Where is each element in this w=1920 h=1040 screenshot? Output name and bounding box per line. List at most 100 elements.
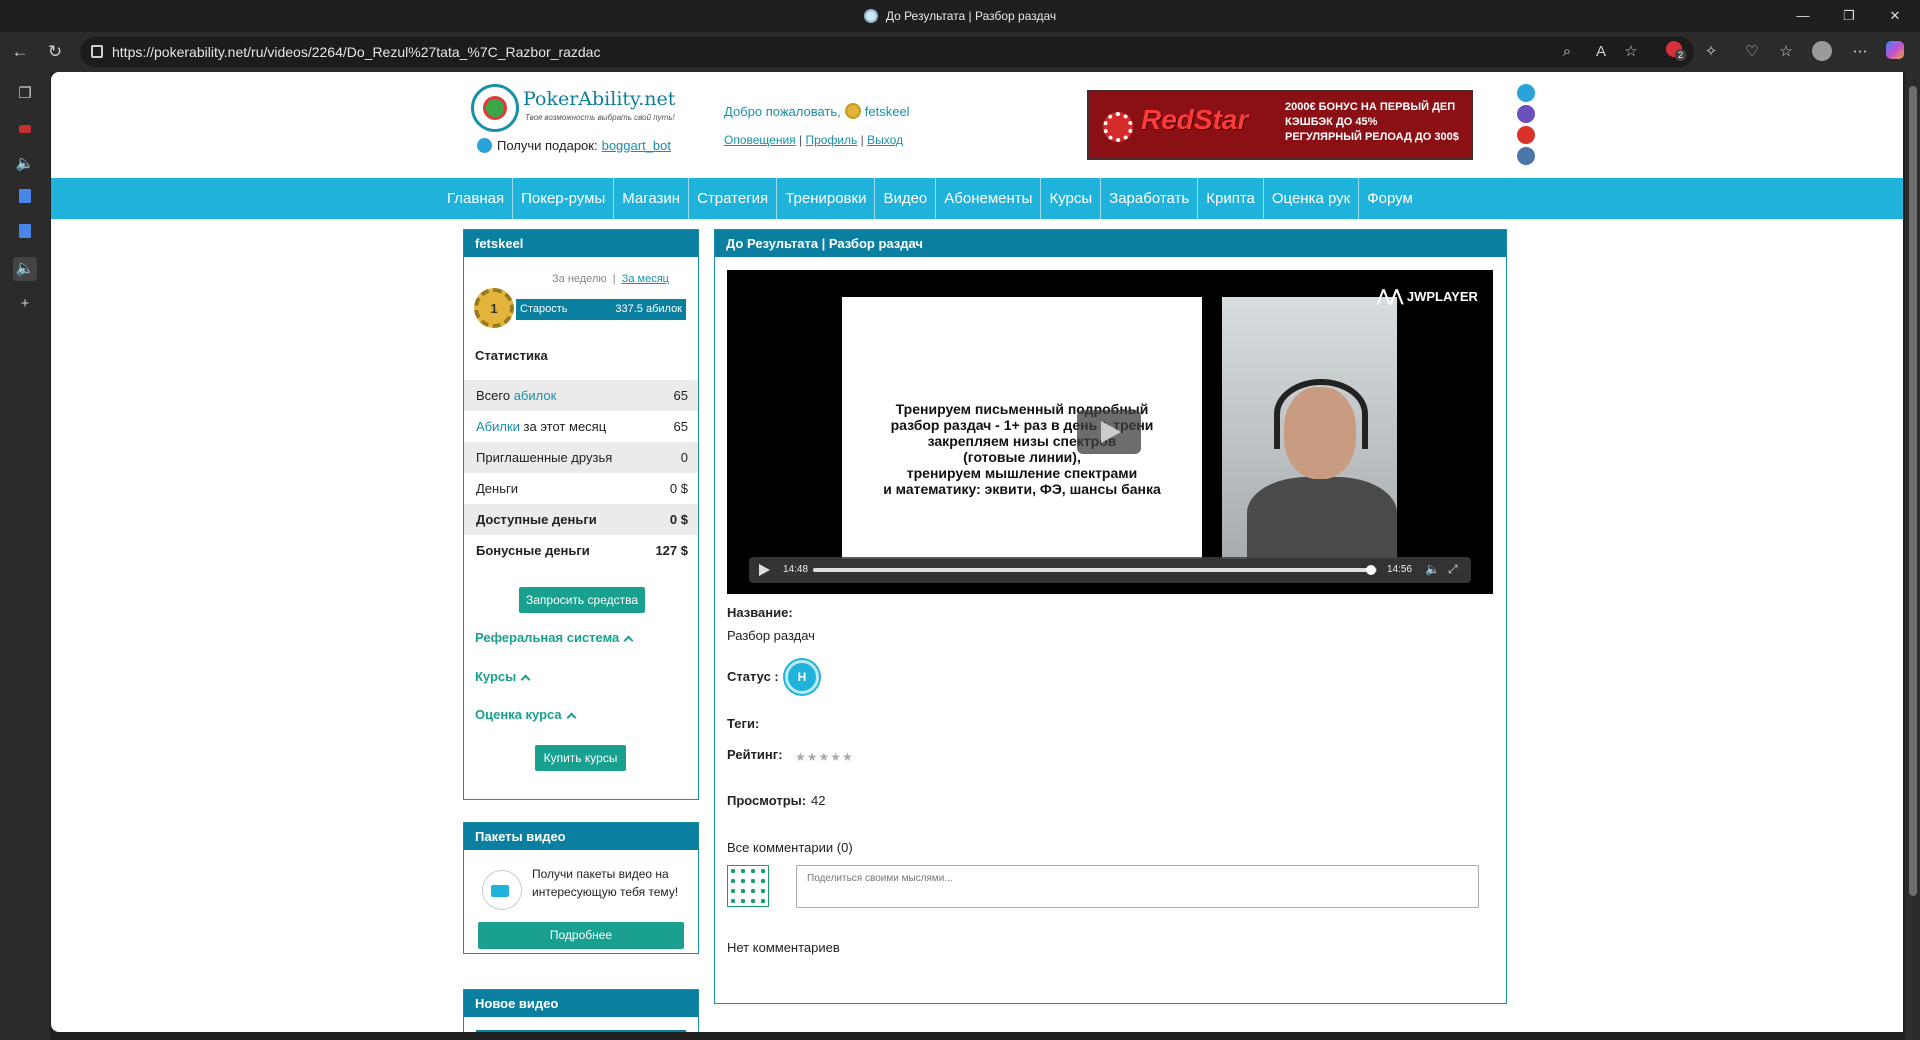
menu-item-subscriptions[interactable]: Абонементы <box>936 178 1042 219</box>
menu-item-hand-review[interactable]: Оценка рук <box>1264 178 1360 219</box>
new-video-item[interactable] <box>476 1030 686 1032</box>
site-info-icon[interactable] <box>91 45 103 58</box>
reload-icon[interactable]: ↻ <box>43 40 67 64</box>
close-window-button[interactable]: ✕ <box>1872 0 1918 32</box>
vk-social-icon[interactable] <box>1517 147 1535 165</box>
menu-item-forum[interactable]: Форум <box>1359 178 1421 219</box>
telegram-social-icon[interactable] <box>1517 84 1535 102</box>
more-menu-icon[interactable]: ⋯ <box>1849 41 1871 63</box>
stat-value: 0 $ <box>669 481 688 496</box>
headphones-icon <box>1274 379 1368 449</box>
period-week[interactable]: За неделю <box>552 273 607 285</box>
profile-link[interactable]: Профиль <box>805 133 857 147</box>
rating-stars-icon[interactable]: ★★★★★ <box>795 750 854 764</box>
stat-link[interactable]: абилок <box>514 388 557 403</box>
play-icon[interactable] <box>759 564 770 576</box>
banner-line: 2000€ БОНУС НА ПЕРВЫЙ ДЕП <box>1285 101 1456 113</box>
webcam-feed <box>1222 297 1397 559</box>
profile-avatar[interactable] <box>1811 41 1833 63</box>
period-month[interactable]: За месяц <box>622 273 669 285</box>
elapsed-time: 14:48 <box>783 564 809 575</box>
youtube-tab-icon[interactable] <box>13 117 37 141</box>
views-value: 42 <box>811 793 826 808</box>
video-detail-panel: До Результата | Разбор раздач Тренируем … <box>714 229 1507 1004</box>
minimize-button[interactable]: — <box>1780 0 1826 32</box>
courses-accordion[interactable]: Курсы <box>475 669 531 685</box>
extensions-puzzle-icon[interactable]: ✧ <box>1700 41 1722 63</box>
stat-row: Абилки за этот месяц 65 <box>464 411 698 442</box>
tab-actions-icon[interactable]: ❐ <box>13 82 37 106</box>
seek-handle[interactable] <box>1366 565 1377 575</box>
volume-icon[interactable]: 🔈 <box>1425 562 1440 576</box>
notifications-link[interactable]: Оповещения <box>724 133 796 147</box>
stat-label: Всего <box>476 388 514 403</box>
collections-icon[interactable]: ☆ <box>1775 41 1797 63</box>
menu-item-earn[interactable]: Заработать <box>1101 178 1199 219</box>
rank-number: 1 <box>490 301 498 316</box>
no-comments-text: Нет комментариев <box>727 940 840 955</box>
redstar-banner[interactable]: RedStar 2000€ БОНУС НА ПЕРВЫЙ ДЕП КЭШБЭК… <box>1087 90 1473 160</box>
stat-value: 65 <box>673 419 688 434</box>
stats-title: Статистика <box>475 348 548 363</box>
menu-item-crypto[interactable]: Крипта <box>1198 178 1264 219</box>
period-switch: За неделю | За месяц <box>552 273 669 285</box>
menu-item-strategy[interactable]: Стратегия <box>689 178 778 219</box>
more-details-button[interactable]: Подробнее <box>478 922 684 949</box>
video-player[interactable]: Тренируем письменный подробный разбор ра… <box>727 270 1493 594</box>
zoom-icon[interactable]: ⌕ <box>1556 40 1578 64</box>
comments-count: Все комментарии (0) <box>727 840 853 855</box>
user-rank-coin-icon <box>844 103 861 119</box>
menu-item-home[interactable]: Главная <box>439 178 514 219</box>
player-name: JWPLAYER <box>1406 289 1478 304</box>
slide-line: и математику: эквити, ФЭ, шансы банка <box>883 481 1161 497</box>
menu-item-courses[interactable]: Курсы <box>1041 178 1102 219</box>
referral-accordion-label: Реферальная система <box>475 630 620 645</box>
banner-brand: RedStar <box>1141 104 1249 135</box>
twitch-social-icon[interactable] <box>1517 105 1535 123</box>
stat-link[interactable]: Абилки <box>476 419 520 434</box>
seek-bar[interactable] <box>813 565 1377 575</box>
play-overlay-icon[interactable] <box>1077 410 1141 454</box>
menu-item-trainings[interactable]: Тренировки <box>777 178 876 219</box>
address-toolbar: ← ↻ https://pokerability.net/ru/videos/2… <box>0 32 1920 72</box>
new-video-title: Новое видео <box>464 990 698 1017</box>
url-bar[interactable]: https://pokerability.net/ru/videos/2264/… <box>80 37 1694 67</box>
docs-tab-icon[interactable] <box>13 187 37 211</box>
menu-item-poker-rooms[interactable]: Покер-румы <box>513 178 615 219</box>
request-funds-button[interactable]: Запросить средства <box>519 587 645 613</box>
comment-input[interactable] <box>796 865 1479 908</box>
gift-bot-link[interactable]: boggart_bot <box>602 138 671 153</box>
slide-line: тренируем мышление спектрами <box>906 465 1138 481</box>
fullscreen-icon[interactable]: ⤢ <box>1448 562 1458 577</box>
course-rating-accordion-label: Оценка курса <box>475 707 562 722</box>
logout-link[interactable]: Выход <box>867 133 903 147</box>
youtube-social-icon[interactable] <box>1517 126 1535 144</box>
audio-tab-icon[interactable]: 🔈 <box>13 152 37 176</box>
menu-item-video[interactable]: Видео <box>875 178 937 219</box>
course-rating-accordion[interactable]: Оценка курса <box>475 707 577 723</box>
rank-badge-icon: 1 <box>474 288 514 328</box>
new-tab-icon[interactable]: + <box>13 292 37 316</box>
buy-courses-button[interactable]: Купить курсы <box>535 745 626 771</box>
copilot-icon[interactable] <box>1884 41 1906 63</box>
page-scrollbar[interactable] <box>1905 72 1920 1040</box>
stat-label: Приглашенные друзья <box>476 450 613 465</box>
logo-icon <box>471 84 519 132</box>
player-controls: 14:48 14:56 🔈 ⤢ <box>749 557 1471 583</box>
site-favicon-icon <box>863 9 878 23</box>
adblock-extension-icon[interactable]: 2 <box>1663 41 1687 63</box>
scrollbar-thumb[interactable] <box>1909 86 1917 896</box>
courses-accordion-label: Курсы <box>475 669 517 684</box>
menu-item-shop[interactable]: Магазин <box>614 178 690 219</box>
stat-value: 127 $ <box>655 543 688 558</box>
referral-accordion[interactable]: Реферальная система <box>475 630 634 646</box>
read-aloud-icon[interactable]: A <box>1590 40 1612 64</box>
video-packs-text: Получи пакеты видео на интересующую тебя… <box>532 867 679 899</box>
active-audio-tab-icon[interactable]: 🔈 <box>13 257 37 281</box>
maximize-button[interactable]: ❐ <box>1826 0 1872 32</box>
docs-tab-icon[interactable] <box>13 222 37 246</box>
header-username[interactable]: fetskeel <box>865 104 910 119</box>
browser-essentials-icon[interactable]: ♡ <box>1741 41 1763 63</box>
back-icon[interactable]: ← <box>8 40 32 64</box>
favorite-star-icon[interactable]: ☆ <box>1620 40 1642 64</box>
